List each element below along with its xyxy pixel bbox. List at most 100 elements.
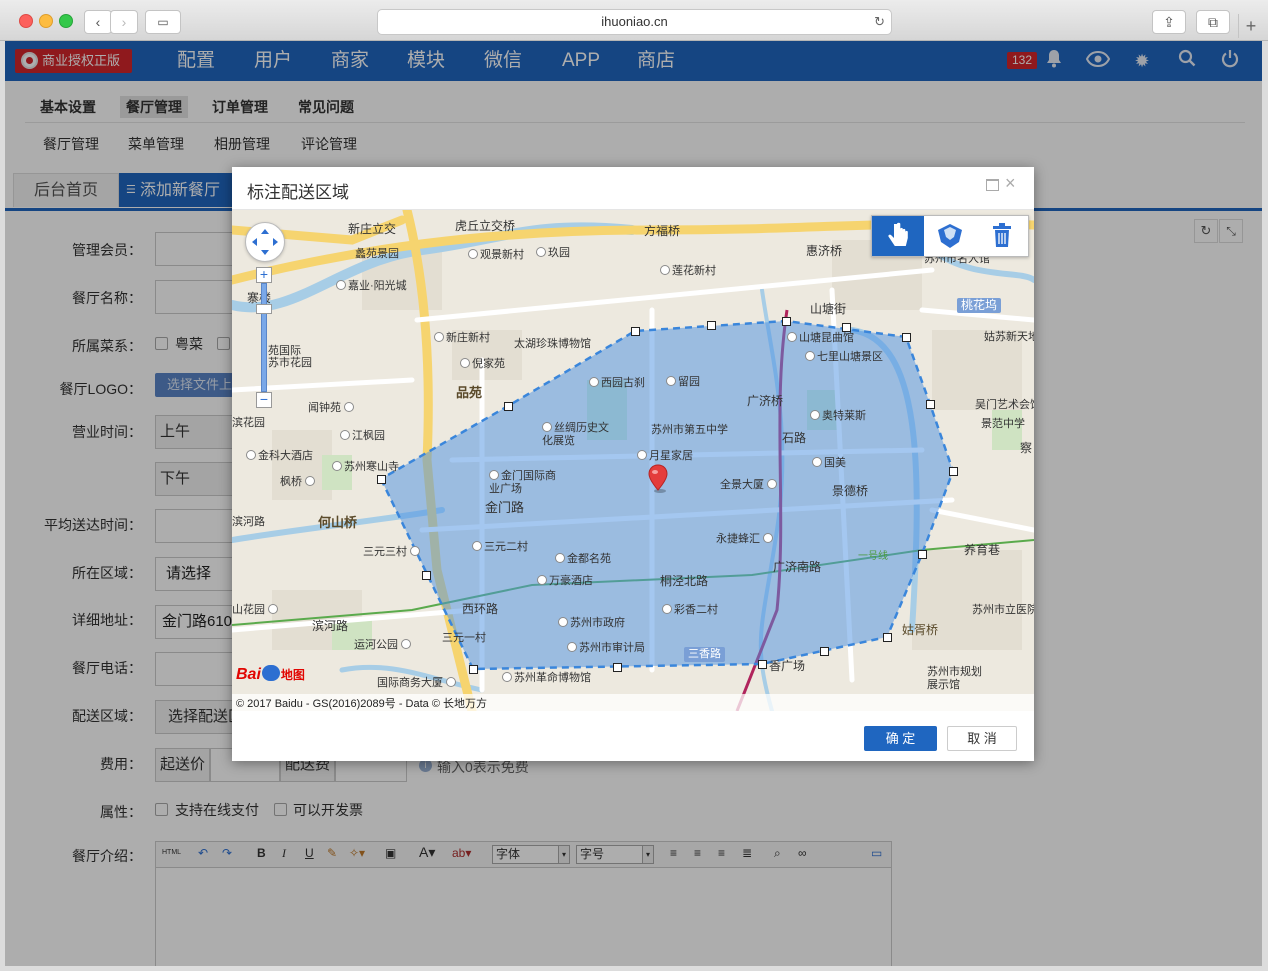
- map-label: 新庄新村: [434, 332, 490, 345]
- polygon-vertex-handle[interactable]: [631, 327, 640, 336]
- maximize-icon[interactable]: [986, 179, 999, 191]
- location-marker-icon[interactable]: [647, 464, 669, 497]
- copyright-text: © 2017 Baidu - GS(2016)2089号 - Data © 长地…: [236, 698, 487, 710]
- map-label-text: 山花园: [232, 604, 265, 616]
- zoom-window-button[interactable]: [59, 14, 73, 28]
- map-label-text: 彩香二村: [674, 604, 718, 616]
- map-label: 香广场: [769, 659, 806, 673]
- url-text: ihuoniao.cn: [601, 14, 668, 29]
- map-label-text: 莲花新村: [672, 265, 716, 277]
- map-label-text: 永捷蜂汇: [716, 533, 760, 545]
- share-button[interactable]: ⇪: [1152, 10, 1186, 34]
- polygon-vertex-handle[interactable]: [949, 467, 958, 476]
- map-label: 桐泾北路: [660, 574, 709, 588]
- map-label-text: 运河公园: [354, 639, 398, 651]
- poi-icon: [502, 672, 512, 682]
- polygon-vertex-handle[interactable]: [422, 571, 431, 580]
- map-label: 苏州市立医院: [972, 604, 1034, 616]
- map-label: 景范中学: [981, 418, 1025, 430]
- map-label: 月星家居: [637, 450, 693, 463]
- polygon-vertex-handle[interactable]: [782, 317, 791, 326]
- poi-icon: [332, 461, 342, 471]
- tabs-overview-button[interactable]: ⧉: [1196, 10, 1230, 34]
- baidu-logo-text: Bai: [236, 666, 261, 683]
- polygon-vertex-handle[interactable]: [613, 663, 622, 672]
- baidu-map[interactable]: 新庄立交 虎丘立交桥 方福桥 惠济桥 苏州市名人馆 桃花坞 山塘街 蠡苑景园 观…: [232, 210, 1034, 711]
- hand-pointer-icon: [888, 222, 908, 246]
- modal-title: 标注配送区域: [247, 183, 349, 202]
- polygon-vertex-handle[interactable]: [926, 400, 935, 409]
- map-label: 万豪酒店: [537, 575, 593, 588]
- sidebar-toggle-button[interactable]: ▭: [145, 10, 181, 34]
- map-label: 苏州革命博物馆: [502, 672, 591, 685]
- map-label-text: 万豪酒店: [549, 575, 593, 587]
- map-label: 西园古刹: [589, 377, 645, 390]
- map-label: 金门路: [485, 500, 525, 515]
- poi-icon: [489, 470, 499, 480]
- forward-button[interactable]: ›: [110, 10, 138, 34]
- polygon-vertex-handle[interactable]: [504, 402, 513, 411]
- polygon-vertex-handle[interactable]: [707, 321, 716, 330]
- new-tab-button[interactable]: +: [1238, 14, 1263, 38]
- polygon-vertex-handle[interactable]: [820, 647, 829, 656]
- poi-icon: [472, 541, 482, 551]
- map-label: 国美: [812, 457, 846, 470]
- map-label-text: 苏州寒山寺: [344, 461, 399, 473]
- map-label: 滨花园: [232, 417, 265, 429]
- map-label: 国际商务大厦: [377, 677, 458, 690]
- polygon-vertex-handle[interactable]: [842, 323, 851, 332]
- poi-icon: [787, 332, 797, 342]
- poi-icon: [589, 377, 599, 387]
- zoom-in-button[interactable]: +: [256, 267, 272, 283]
- map-label: 三元二村: [472, 541, 528, 554]
- baidu-logo-map-text: 地图: [280, 668, 305, 682]
- hand-pointer-button[interactable]: [872, 216, 924, 256]
- close-window-button[interactable]: [19, 14, 33, 28]
- delete-button[interactable]: [976, 216, 1028, 256]
- address-bar[interactable]: ihuoniao.cn ↻: [377, 9, 892, 35]
- poi-icon: [542, 422, 552, 432]
- poi-icon: [666, 376, 676, 386]
- map-label: 苏州市政府: [558, 617, 625, 630]
- zoom-slider-track[interactable]: [261, 283, 267, 392]
- zoom-slider-handle[interactable]: [256, 304, 272, 314]
- map-label: 石路: [782, 431, 807, 445]
- map-label-text: 奥特莱斯: [822, 410, 866, 422]
- pan-control[interactable]: [245, 222, 285, 262]
- polygon-vertex-handle[interactable]: [758, 660, 767, 669]
- confirm-button[interactable]: 确 定: [864, 726, 937, 751]
- map-label: 蠡苑景园: [355, 248, 399, 260]
- polygon-vertex-handle[interactable]: [902, 333, 911, 342]
- polygon-vertex-handle[interactable]: [918, 550, 927, 559]
- poi-icon: [767, 479, 778, 489]
- baidu-logo: Bai 地图: [236, 665, 305, 687]
- map-label: 广济南路: [773, 560, 822, 574]
- close-icon[interactable]: ×: [1005, 173, 1016, 194]
- zoom-out-button[interactable]: −: [256, 392, 272, 408]
- polygon-vertex-handle[interactable]: [883, 633, 892, 642]
- cancel-button[interactable]: 取 消: [947, 726, 1017, 751]
- map-label: 运河公园: [354, 639, 413, 652]
- map-label-text: 三元二村: [484, 541, 528, 553]
- polygon-vertex-handle[interactable]: [377, 475, 386, 484]
- map-label-text: 闻钟苑: [308, 402, 341, 414]
- poi-icon: [434, 332, 444, 342]
- map-label: 山塘街: [810, 302, 847, 316]
- map-label-text: 苏州市审计局: [579, 642, 645, 654]
- draw-polygon-button[interactable]: [924, 216, 976, 256]
- poi-icon: [468, 249, 478, 259]
- map-label: 苏州市审计局: [567, 642, 645, 655]
- polygon-vertex-handle[interactable]: [469, 665, 478, 674]
- map-label: 新庄立交: [348, 222, 397, 236]
- map-label: 何山桥: [318, 515, 358, 530]
- map-label: 丝绸历史文化展览: [542, 422, 618, 448]
- minimize-window-button[interactable]: [39, 14, 53, 28]
- poi-icon: [268, 604, 279, 614]
- reload-icon[interactable]: ↻: [874, 10, 885, 34]
- map-label: 七里山塘景区: [805, 351, 883, 364]
- back-button[interactable]: ‹: [84, 10, 112, 34]
- map-label-text: 留园: [678, 376, 700, 388]
- map-label-text: 金科大酒店: [258, 450, 313, 462]
- map-label: 江枫园: [340, 430, 385, 443]
- poi-icon: [812, 457, 822, 467]
